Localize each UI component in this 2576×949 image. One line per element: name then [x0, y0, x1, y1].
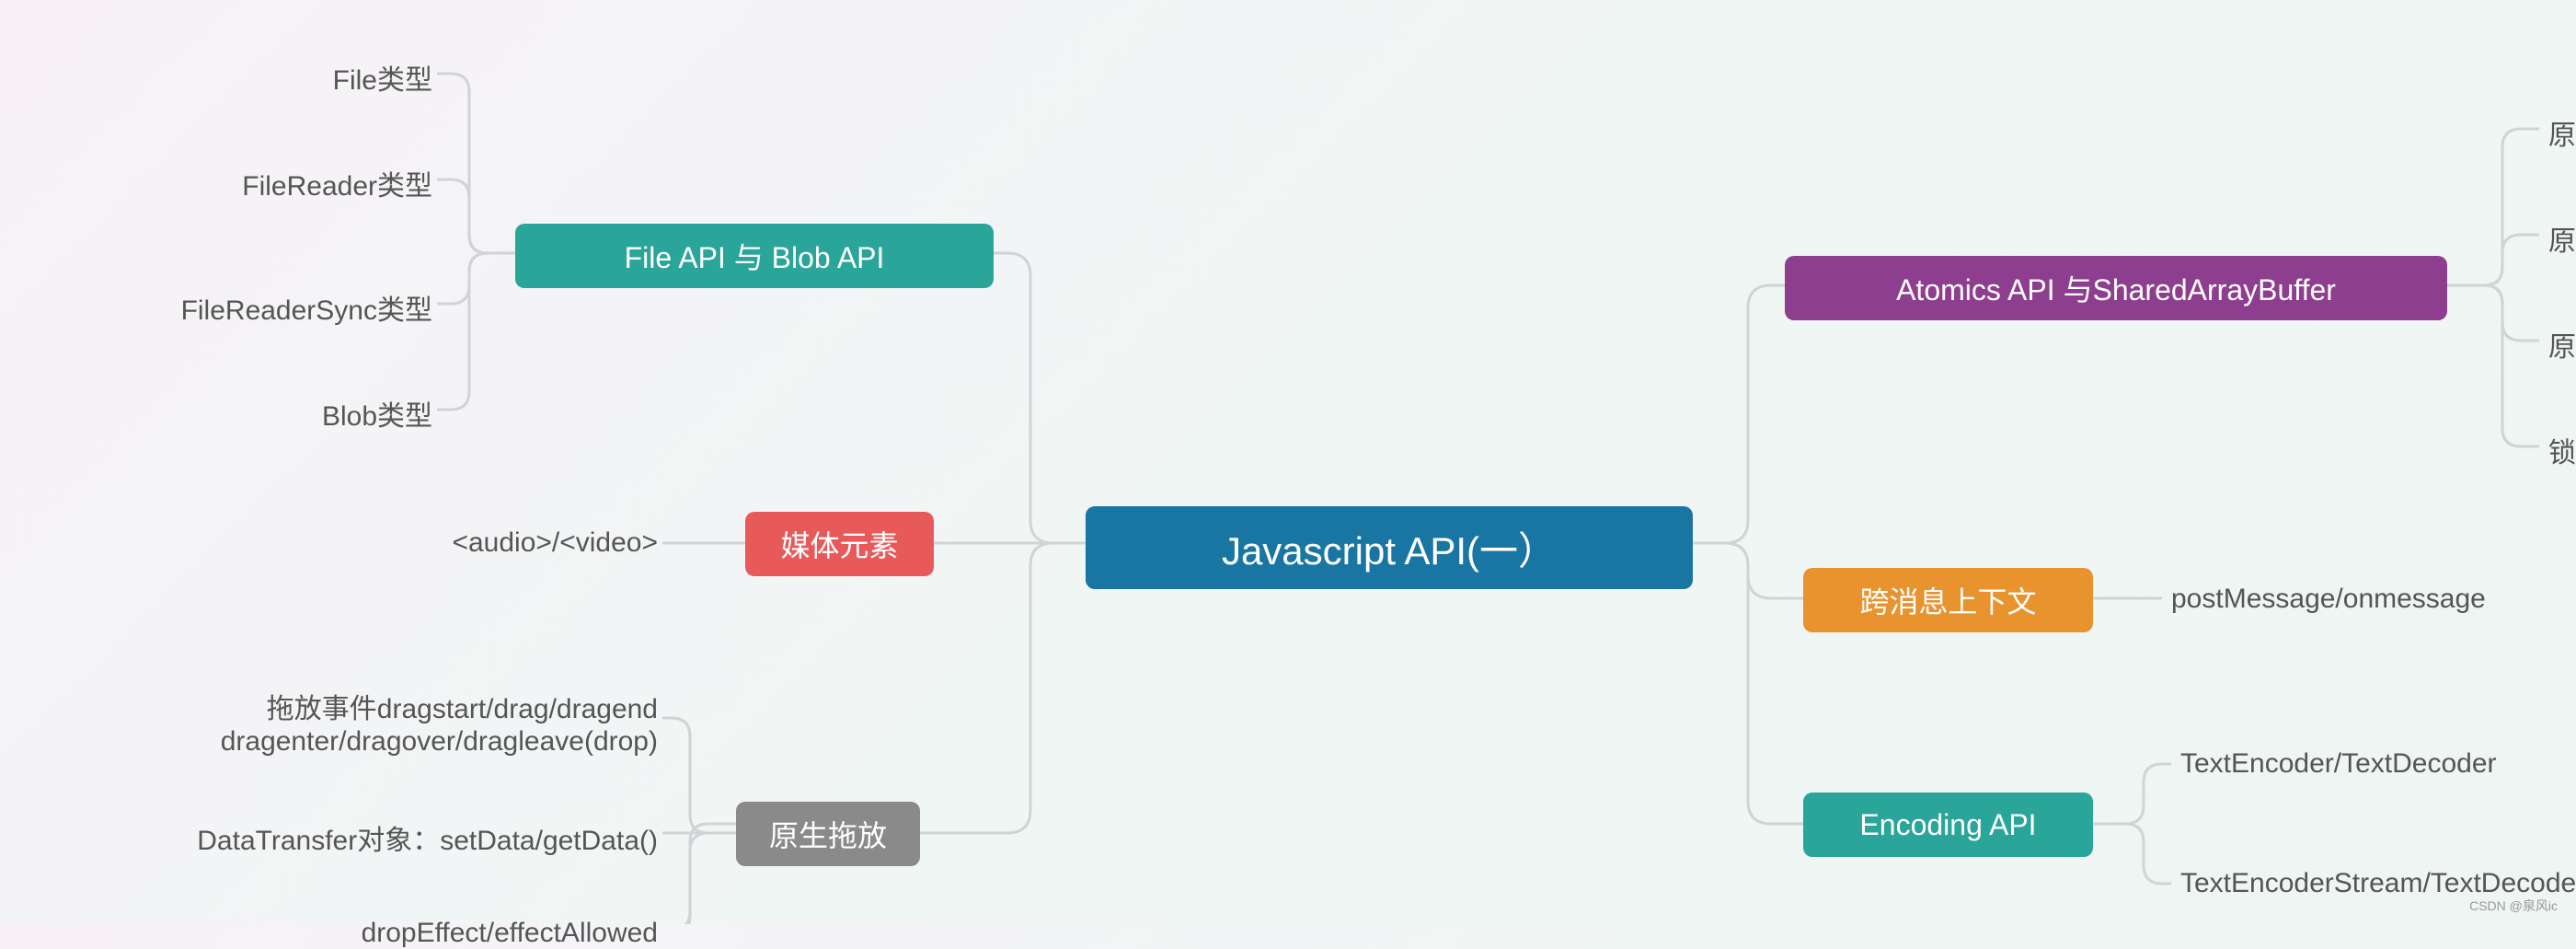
leaf-atomic-rw: 原子读写 [2548, 324, 2576, 365]
node-dnd[interactable]: 原生拖放 [736, 802, 920, 866]
leaf-filereadersync-type: FileReaderSync类型 [181, 287, 432, 328]
node-media[interactable]: 媒体元素 [745, 512, 934, 576]
leaf-audio-video: <audio>/<video> [452, 527, 658, 559]
leaf-lock: 锁 [2548, 430, 2576, 470]
leaf-filereader-type: FileReader类型 [242, 163, 432, 203]
leaf-atomic-op: 原子操作 [2548, 112, 2576, 153]
node-atomics[interactable]: Atomics API 与SharedArrayBuffer [1785, 256, 2447, 320]
leaf-dropeffect: dropEffect/effectAllowed [362, 918, 658, 949]
leaf-datatransfer: DataTransfer对象：setData/getData() [197, 817, 658, 858]
leaf-file-type: File类型 [333, 57, 432, 98]
root-node[interactable]: Javascript API(一） [1086, 506, 1693, 589]
node-encoding[interactable]: Encoding API [1803, 793, 2093, 857]
connector-lines [0, 0, 2576, 924]
leaf-atomic-swap: 原子交换 [2548, 218, 2576, 259]
node-cross-context[interactable]: 跨消息上下文 [1803, 568, 2093, 632]
leaf-textencoderstream: TextEncoderStream/TextDecoderStream [2180, 868, 2576, 899]
leaf-blob-type: Blob类型 [322, 393, 432, 434]
node-file-api[interactable]: File API 与 Blob API [515, 224, 994, 288]
watermark: CSDN @泉风ic [2469, 897, 2558, 915]
leaf-drag-events: 拖放事件dragstart/drag/dragend dragenter/dra… [221, 686, 658, 758]
leaf-postmessage: postMessage/onmessage [2171, 584, 2486, 615]
leaf-textencoder: TextEncoder/TextDecoder [2180, 748, 2497, 780]
